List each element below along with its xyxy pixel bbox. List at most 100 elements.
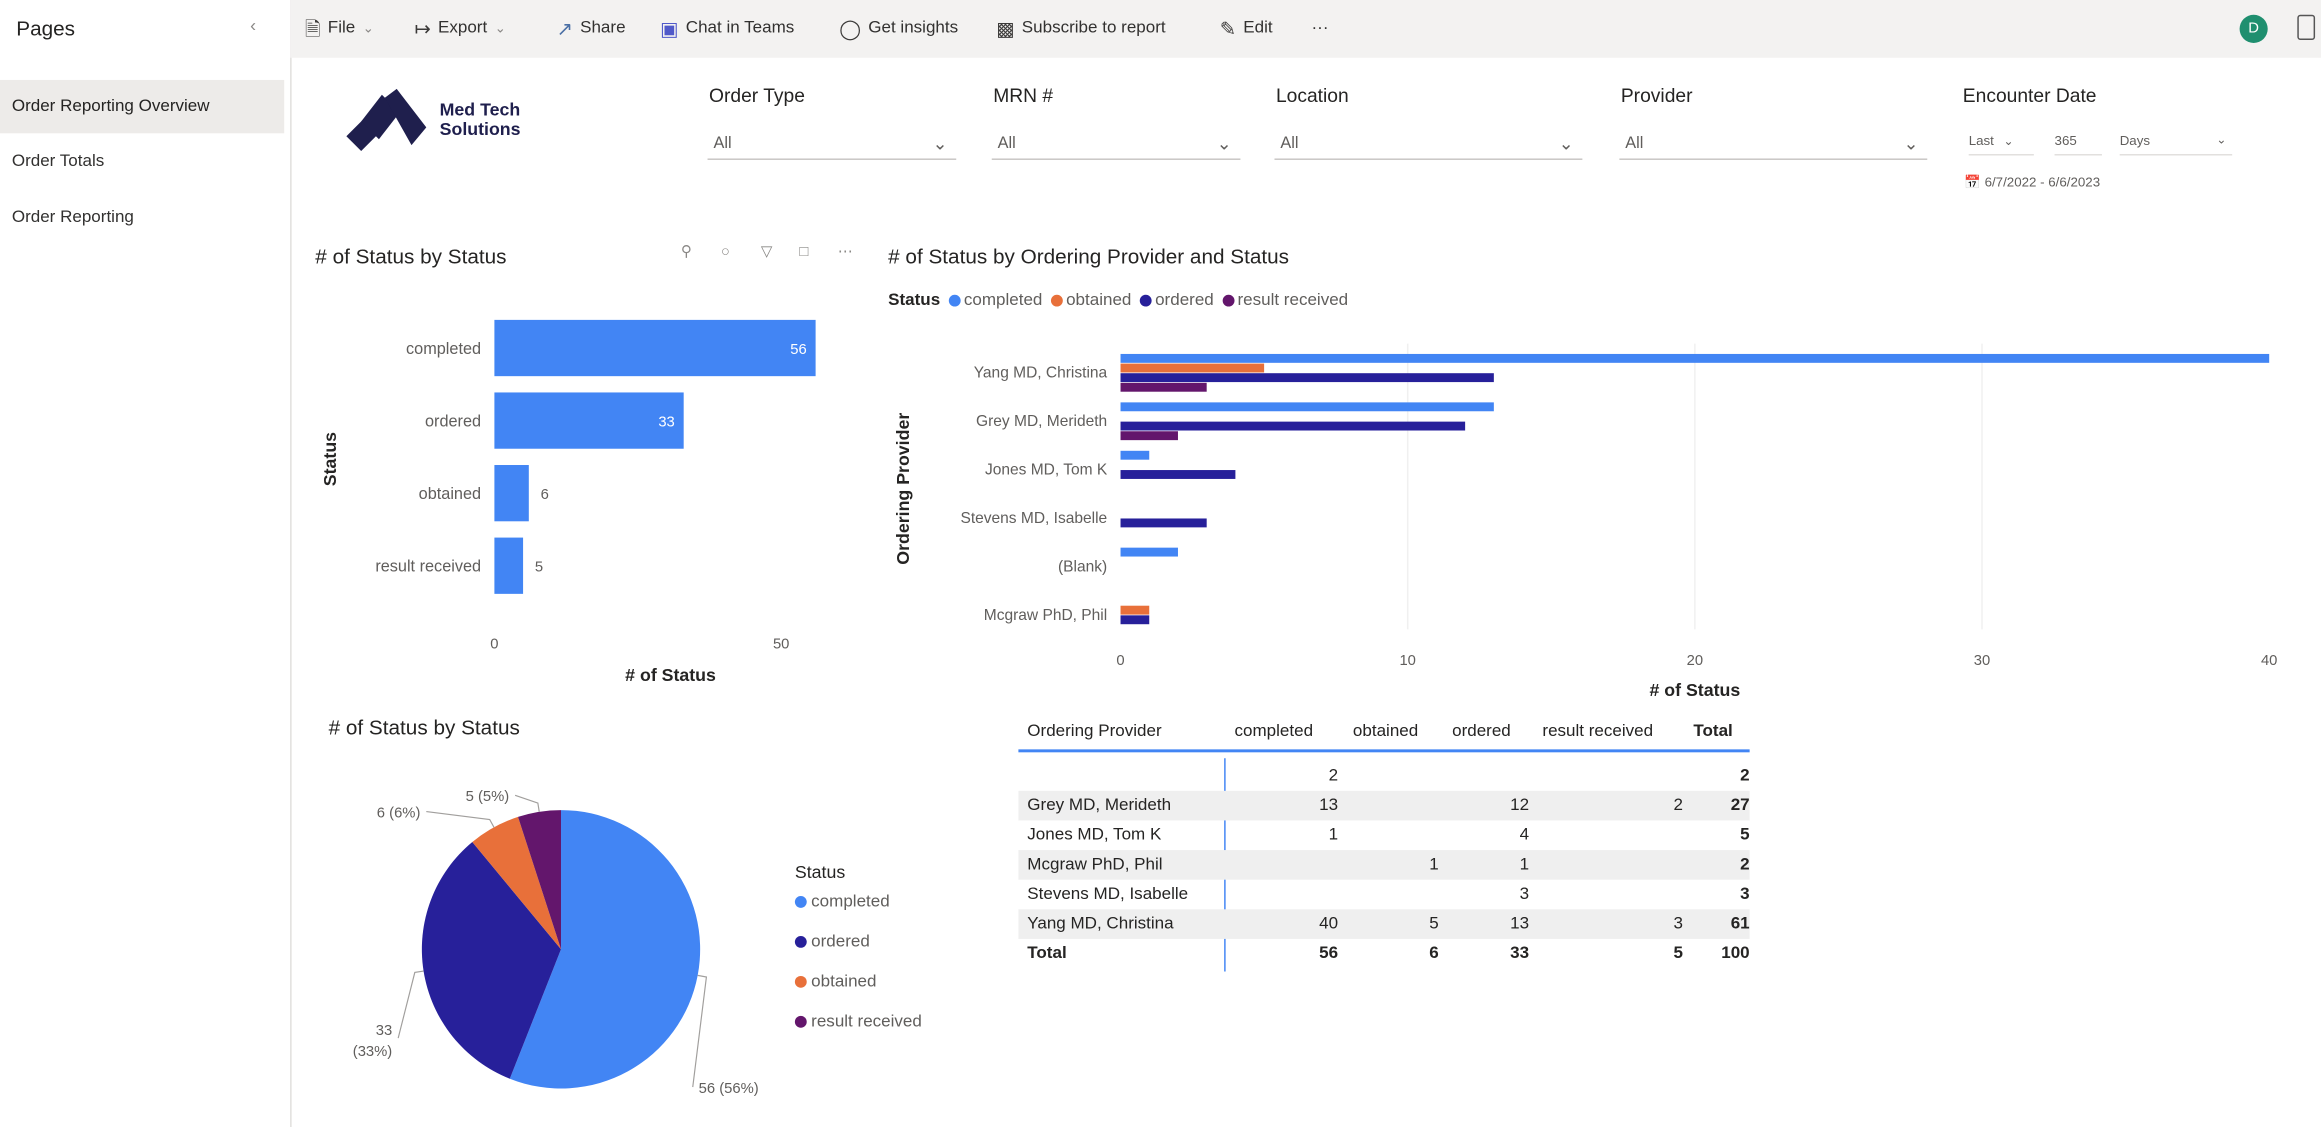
provider-label: Grey MD, Merideth (976, 413, 1107, 430)
table-cell: 3 (1740, 885, 1750, 904)
legend-item[interactable]: ordered (1140, 291, 1214, 310)
column-header[interactable]: Total (1693, 717, 1732, 747)
provider-label: Yang MD, Christina (974, 365, 1108, 382)
table-cell: 100 (1721, 944, 1750, 963)
row-label: Total (1027, 944, 1067, 963)
table-row[interactable]: Yang MD, Christina 40 5 13 3 61 (1018, 909, 1750, 939)
table-cell: 40 (1319, 915, 1339, 933)
table-cell: 56 (1319, 944, 1339, 963)
x-tick-label: 0 (1116, 653, 1124, 669)
bar-ordered[interactable] (1120, 615, 1150, 625)
table-cell: 2 (1740, 855, 1750, 874)
category-label: obtained (419, 485, 481, 503)
pie-data-label: 6 (6%) (377, 805, 421, 821)
data-label: 5 (535, 560, 543, 576)
pie-legend-item[interactable]: result received (794, 1012, 922, 1031)
y-axis-title: Status (320, 432, 340, 486)
legend-label: completed (963, 291, 1043, 310)
table-cell: 6 (1429, 944, 1439, 963)
bar-result-received[interactable] (494, 537, 524, 594)
x-tick-label: 10 (1399, 653, 1415, 669)
row-label: Mcgraw PhD, Phil (1027, 855, 1163, 874)
leader-line (692, 974, 708, 1088)
table-cell: 13 (1319, 796, 1339, 815)
bar-completed[interactable] (1120, 402, 1494, 412)
column-header[interactable]: completed (1235, 717, 1314, 747)
bar-ordered[interactable] (1120, 421, 1466, 431)
row-label: Stevens MD, Isabelle (1027, 885, 1189, 904)
bar-ordered[interactable] (1120, 373, 1494, 383)
bar-obtained[interactable] (1120, 363, 1265, 373)
bar-result-received[interactable] (1120, 382, 1207, 392)
table-cell: 27 (1730, 796, 1750, 815)
leader-line (397, 970, 424, 1039)
pie-legend-label: result received (811, 1012, 922, 1031)
legend-title: Status (888, 291, 941, 310)
table-cell: 5 (1429, 915, 1439, 933)
pie-legend-label: obtained (811, 972, 877, 991)
table-total-row[interactable]: Total 56 6 33 5 100 (1018, 939, 1749, 969)
bar-result-received[interactable] (1120, 431, 1178, 441)
table-row[interactable]: Jones MD, Tom K 1 4 5 (1018, 820, 1749, 850)
bar-completed[interactable] (494, 319, 816, 377)
bar-ordered[interactable] (1120, 470, 1236, 479)
legend-item[interactable]: completed (949, 292, 1042, 310)
x-tick-label: 50 (773, 637, 789, 653)
table-cell: 1 (1328, 826, 1339, 845)
bar-completed[interactable] (1120, 547, 1178, 557)
column-header[interactable]: Ordering Provider (1027, 717, 1161, 747)
table-row[interactable]: Mcgraw PhD, Phil 1 1 2 (1018, 850, 1750, 880)
column-header[interactable]: result received (1542, 717, 1653, 747)
table-cell: 2 (1673, 796, 1684, 815)
pie-legend-item[interactable]: obtained (794, 972, 877, 991)
category-label: completed (406, 340, 481, 358)
table-cell: 2 (1328, 767, 1339, 785)
legend-item[interactable]: result received (1222, 292, 1348, 310)
table-cell: 3 (1519, 885, 1530, 904)
legend-label: obtained (1066, 291, 1132, 310)
bar-obtained[interactable] (1120, 605, 1150, 615)
column-header[interactable]: obtained (1353, 717, 1418, 747)
legend-item[interactable]: obtained (1051, 292, 1131, 310)
data-label: 6 (541, 487, 549, 503)
category-label: ordered (425, 413, 481, 431)
x-tick-label: 30 (1974, 653, 1990, 669)
legend-label: ordered (1155, 291, 1214, 310)
pie-legend-title: Status (794, 861, 846, 883)
pie-chart-title: # of Status by Status (328, 715, 520, 739)
table-header-row: Ordering Provider completed obtained ord… (1018, 717, 1750, 753)
y-axis-title: Ordering Provider (893, 413, 913, 565)
row-label: Grey MD, Merideth (1027, 796, 1172, 815)
provider-chart-title: # of Status by Ordering Provider and Sta… (888, 244, 1290, 269)
pie-data-label: 56 (56%) (699, 1081, 759, 1097)
column-header[interactable]: ordered (1452, 717, 1511, 747)
row-label: Yang MD, Christina (1027, 915, 1174, 933)
table-cell: 61 (1730, 915, 1750, 933)
x-tick-label: 40 (2261, 653, 2277, 669)
bar-ordered[interactable] (494, 392, 684, 449)
x-axis-title: # of Status (625, 665, 716, 685)
table-row[interactable]: 22 (1018, 761, 1750, 791)
table-cell: 1 (1429, 855, 1439, 874)
bar-completed[interactable] (1120, 353, 2270, 363)
bar-ordered[interactable] (1120, 518, 1207, 528)
x-axis-title: # of Status (1649, 680, 1740, 700)
pie-legend-item[interactable]: ordered (794, 933, 870, 951)
table-cell: 5 (1673, 944, 1684, 963)
bar-completed[interactable] (1120, 450, 1150, 460)
table-cell: 3 (1673, 915, 1684, 933)
pie-legend-item[interactable]: completed (794, 893, 890, 911)
table-cell: 1 (1519, 855, 1530, 874)
table-cell: 4 (1519, 826, 1530, 845)
pie-data-label: 33 (376, 1023, 392, 1039)
table-row[interactable]: Stevens MD, Isabelle 3 3 (1018, 880, 1749, 910)
pie-data-label: 5 (5%) (466, 789, 510, 805)
table-cell: 5 (1740, 826, 1750, 845)
provider-label: Stevens MD, Isabelle (960, 510, 1107, 527)
bar-obtained[interactable] (494, 465, 529, 522)
data-label: 33 (658, 415, 674, 431)
table-row[interactable]: Grey MD, Merideth 13 12 2 27 (1018, 790, 1750, 821)
row-label: Jones MD, Tom K (1027, 826, 1162, 845)
category-label: result received (375, 558, 481, 576)
table-cell: 12 (1510, 796, 1530, 815)
